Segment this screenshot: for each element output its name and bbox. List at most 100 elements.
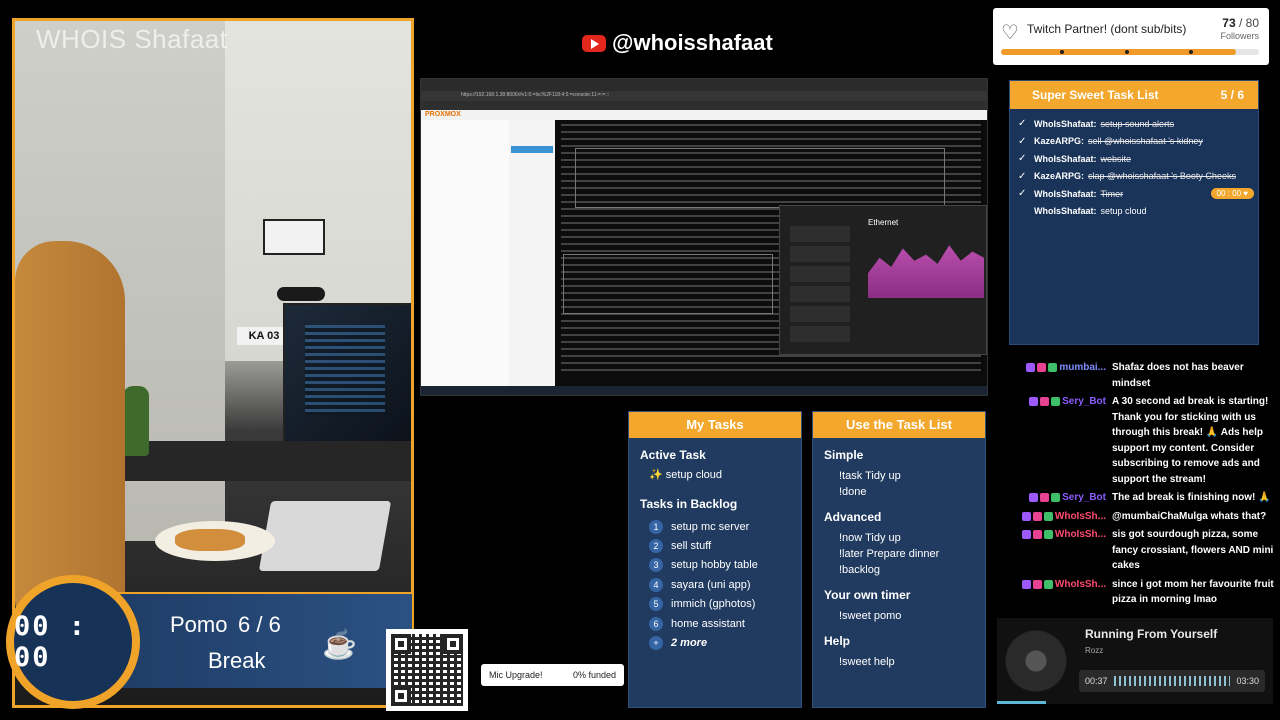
- browser-urlbar: https://192.168.1.38:8006/#v1:0:=lxc%2F1…: [421, 91, 987, 101]
- my-tasks-panel: My Tasks Active Task ✨ setup cloud Tasks…: [628, 411, 802, 708]
- track-elapsed: 00:37: [1085, 676, 1108, 686]
- chat-message: WhoIsSh... @mumbaiChaMulga whats that?: [1000, 509, 1275, 525]
- backlog-list: 1 setup mc server 2 sell stuff 3 setup hobby …: [629, 517, 801, 653]
- chat-message: Sery_Bot A 30 second ad break is starting…: [1000, 394, 1275, 487]
- waveform-icon: [1113, 676, 1231, 686]
- chat-username[interactable]: Sery_Bot: [1062, 490, 1106, 506]
- help-commands: !sweet help: [813, 654, 985, 670]
- backlog-item: 4 sayara (uni app): [649, 575, 801, 594]
- chat-meta: WhoIsSh...: [1000, 509, 1112, 525]
- wall-sign: [263, 219, 325, 255]
- backlog-label: sayara (uni app): [671, 578, 751, 591]
- chat-badge-icon: [1048, 363, 1058, 372]
- chat-text: Shafaz does not has beaver mindset: [1112, 362, 1244, 389]
- chat-username[interactable]: WhoIsSh...: [1055, 527, 1106, 574]
- advanced-commands: !now Tidy up !later Prepare dinner !backlo…: [813, 530, 985, 578]
- proxmox-menu: [509, 120, 555, 386]
- now-playing-widget: Running From Yourself Rozz 00:37 03:30: [997, 618, 1273, 704]
- simple-title: Simple: [824, 448, 864, 462]
- task-user: WhoIsShafaat:: [1034, 206, 1097, 217]
- twitch-goal-label: Twitch Partner! (dont sub/bits): [1027, 22, 1187, 36]
- bookmarks-bar: [421, 101, 987, 110]
- chat-badge-icon: [1051, 397, 1061, 406]
- task-text: setup sound alerts: [1100, 118, 1175, 129]
- help-title: Help: [824, 634, 851, 648]
- task-list-title: Super Sweet Task List: [1032, 88, 1159, 102]
- pomodoro-count: 6 / 6: [238, 612, 281, 637]
- pomodoro-time: 00 : 00: [14, 611, 88, 673]
- task-text: website: [1100, 153, 1132, 164]
- pizza-plate: [155, 521, 275, 561]
- task-commands-title: Use the Task List: [813, 412, 985, 438]
- perf-title: Ethernet: [868, 218, 899, 227]
- chat-command: !later Prepare dinner: [839, 548, 940, 560]
- network-graph: [868, 245, 984, 298]
- youtube-handle: @whoisshafaat: [582, 30, 773, 56]
- advanced-title: Advanced: [824, 510, 882, 524]
- chat-text: The ad break is finishing now! 🙏: [1112, 492, 1271, 503]
- backlog-label: home assistant: [671, 617, 745, 630]
- proxmox-resource-tree: [421, 120, 509, 386]
- task-list-header: Super Sweet Task List 5 / 6: [1010, 81, 1258, 109]
- qr-code: [386, 629, 468, 711]
- checkmark-icon: ✓: [1018, 135, 1027, 147]
- heart-hands-icon: ♡: [1001, 22, 1019, 44]
- keyboard: [258, 501, 392, 571]
- task-user: KazeARPG:: [1034, 171, 1085, 182]
- chat-message: WhoIsSh... sis got sourdough pizza, some …: [1000, 527, 1275, 574]
- task-user: WhoIsShafaat:: [1034, 188, 1097, 199]
- coffee-cup-icon: ☕: [322, 629, 357, 660]
- timer-title: Your own timer: [824, 588, 911, 602]
- chat-username[interactable]: Sery_Bot: [1062, 394, 1106, 487]
- chat-badge-icon: [1029, 397, 1039, 406]
- chat-badge-icon: [1021, 511, 1031, 521]
- twitch-goal-fill: [1001, 49, 1237, 55]
- backlog-label: immich (gphotos): [671, 598, 756, 611]
- chat-message: Sery_Bot The ad break is finishing now! 🙏: [1000, 490, 1275, 506]
- chat-username[interactable]: mumbai...: [1059, 360, 1106, 391]
- backlog-item: 3 setup hobby table: [649, 556, 801, 575]
- chat-message: mumbai... Shafaz does not has beaver mind…: [1000, 360, 1275, 391]
- screen-capture: https://192.168.1.38:8006/#v1:0:=lxc%2F1…: [420, 78, 988, 396]
- chat-panel: mumbai... Shafaz does not has beaver mind…: [1000, 360, 1275, 610]
- chat-badge-icon: [1021, 530, 1031, 539]
- twitch-follower-goal: ♡ Twitch Partner! (dont sub/bits) 73 / 8…: [993, 8, 1269, 65]
- track-total: 03:30: [1236, 676, 1259, 686]
- twitch-goal-count: 73 / 80: [1222, 16, 1259, 30]
- simple-commands: !task Tidy up !done: [813, 468, 985, 500]
- backlog-label: setup hobby table: [671, 559, 758, 572]
- backlog-number: 6: [649, 616, 663, 631]
- track-artist: Rozz: [1085, 646, 1104, 655]
- backlog-label: setup mc server: [671, 520, 750, 533]
- task-list-item: WhoIsShafaat: setup cloud: [1018, 203, 1254, 221]
- backlog-number: 1: [649, 519, 663, 534]
- track-player: 00:37 03:30: [1079, 670, 1265, 692]
- browser-url: https://192.168.1.38:8006/#v1:0:=lxc%2F1…: [461, 92, 610, 98]
- youtube-handle-text: @whoisshafaat: [612, 30, 773, 55]
- backlog-number: 5: [649, 597, 663, 612]
- chat-username[interactable]: WhoIsSh...: [1055, 577, 1106, 608]
- task-list-item: ✓ KazeARPG: sell @whoisshafaat 's kidney: [1018, 133, 1254, 151]
- streamer: [15, 241, 125, 621]
- desk: [105, 441, 411, 481]
- proxmox-header: PROXMOX: [421, 110, 987, 120]
- task-text: Timer: [1100, 188, 1124, 199]
- chat-command: !now Tidy up: [839, 532, 901, 544]
- chat-command: !backlog: [839, 564, 880, 576]
- twitch-goal-bar: [1001, 49, 1259, 55]
- task-list-item: ✓ WhoIsShafaat: setup sound alerts: [1018, 115, 1254, 133]
- backlog-item: 1 setup mc server: [649, 517, 801, 536]
- chat-meta: Sery_Bot: [1000, 394, 1112, 487]
- backlog-number: 2: [649, 539, 663, 554]
- checkmark-icon: ✓: [1018, 118, 1027, 130]
- timer-commands: !sweet pomo: [813, 608, 985, 624]
- mic-upgrade-funded: 0% funded: [572, 670, 616, 680]
- active-task: ✨ setup cloud: [649, 469, 723, 481]
- backlog-label: sell stuff: [671, 540, 712, 553]
- chat-meta: WhoIsSh...: [1000, 577, 1112, 608]
- track-title: Running From Yourself: [1085, 627, 1218, 641]
- chat-username[interactable]: WhoIsSh...: [1055, 509, 1106, 525]
- chat-badge-icon: [1037, 363, 1047, 372]
- backlog-number: 3: [649, 558, 663, 573]
- task-user: KazeARPG:: [1034, 136, 1085, 147]
